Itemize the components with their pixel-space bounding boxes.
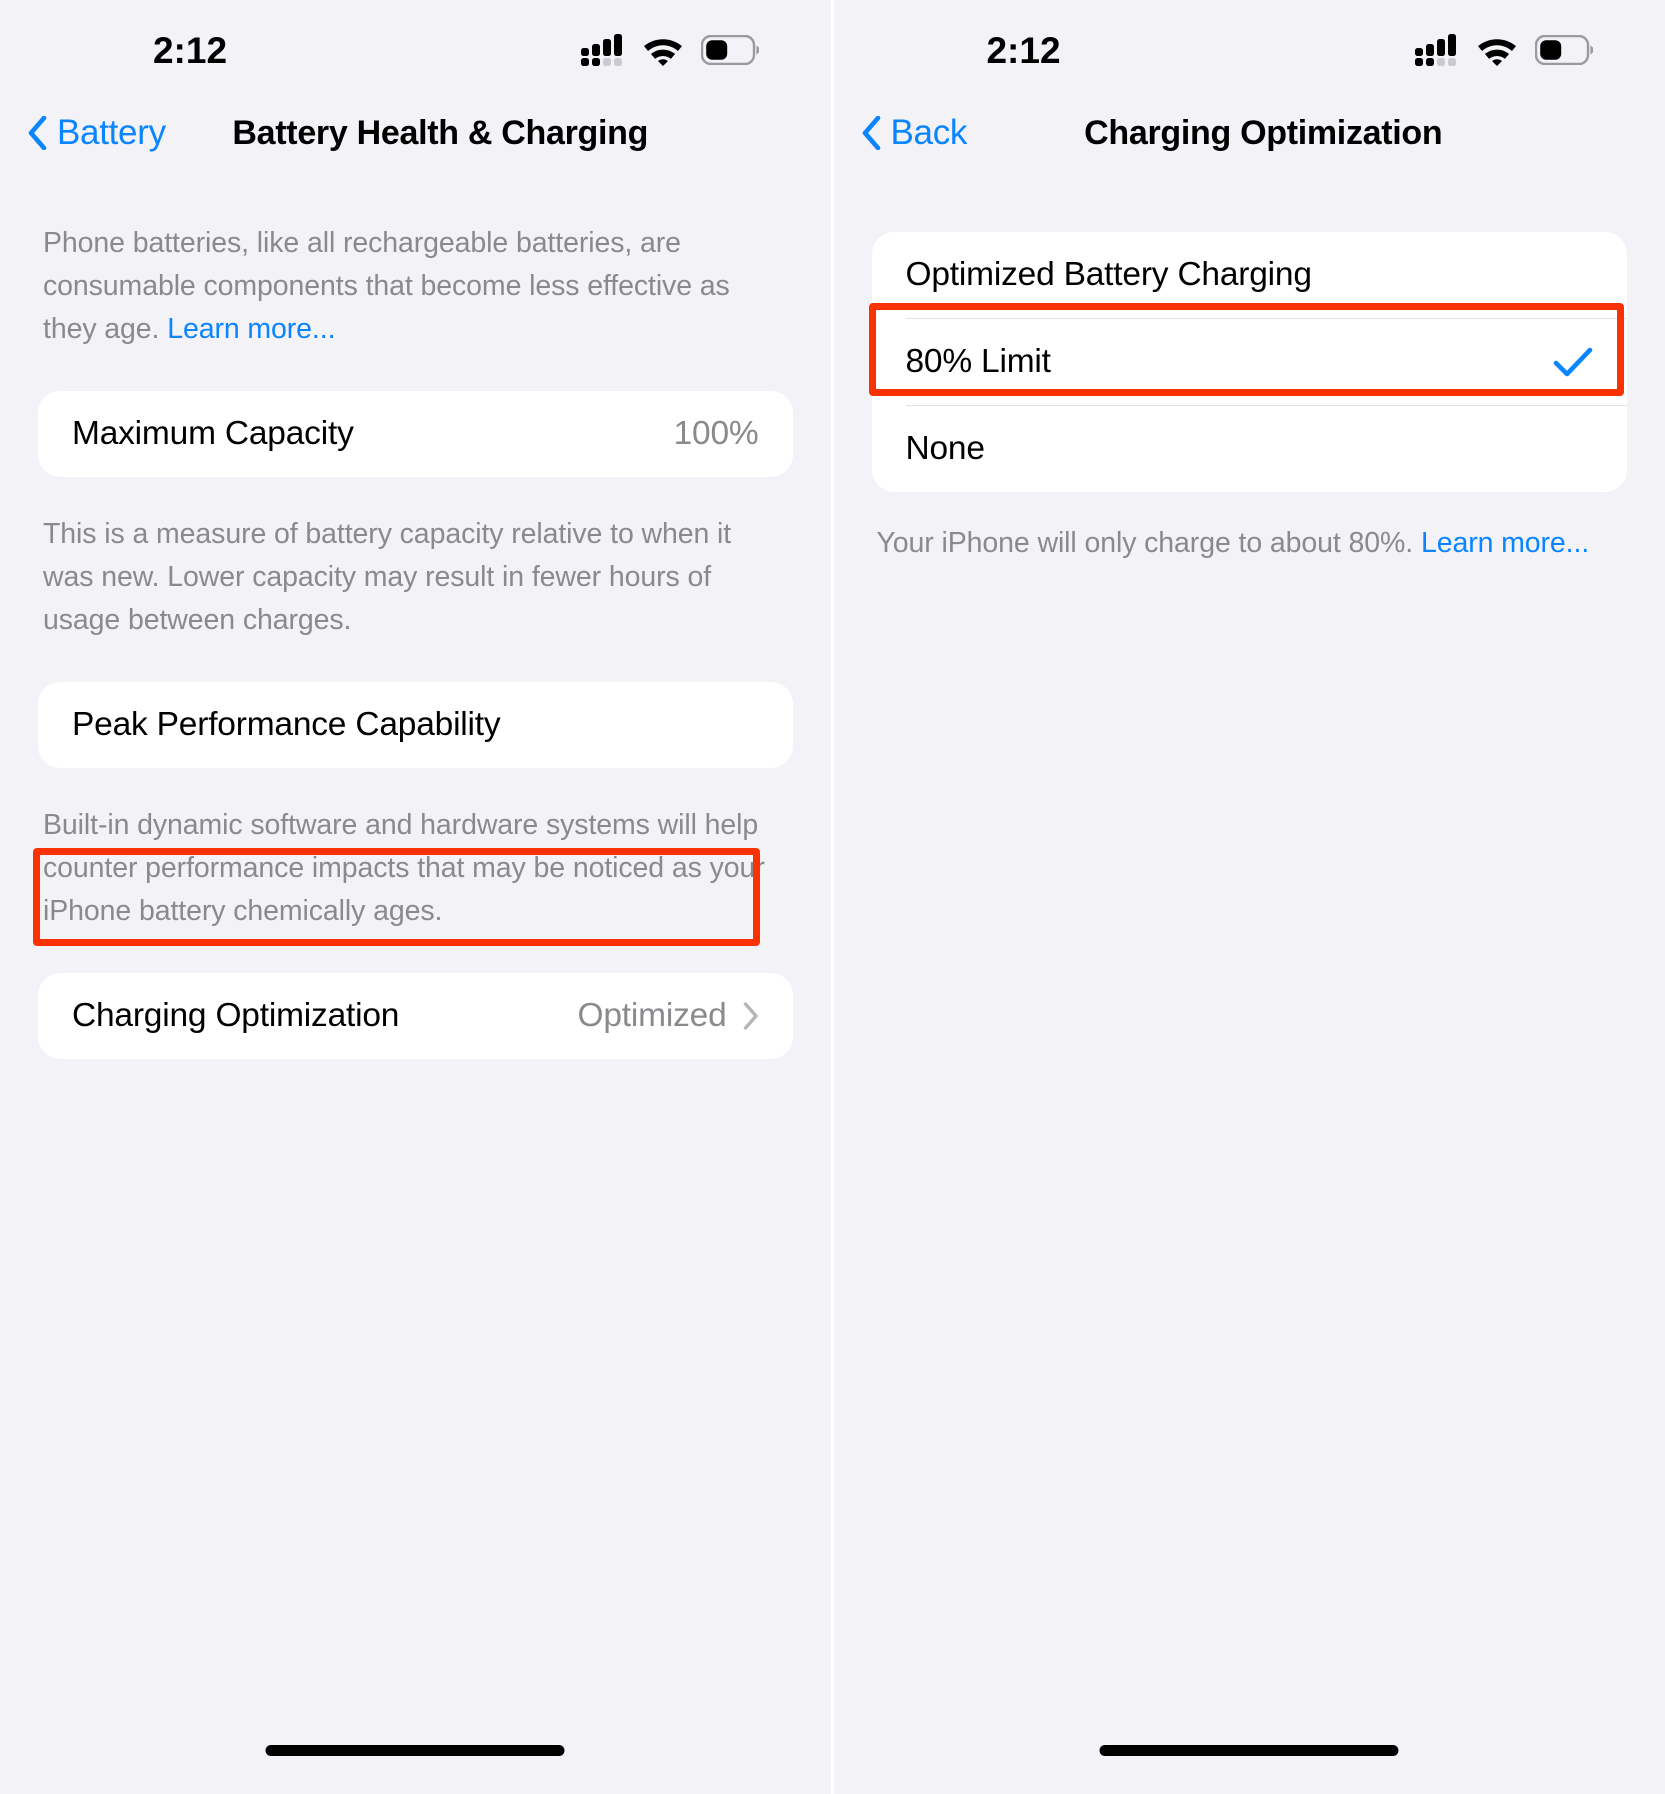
right-phone-screen: 2:12 Back Charging Optimization Optimize…: [833, 0, 1665, 1794]
charging-optimization-card: Charging Optimization Optimized: [38, 973, 793, 1059]
option-label: Optimized Battery Charging: [905, 256, 1312, 293]
row-maximum-capacity[interactable]: Maximum Capacity 100%: [38, 391, 793, 477]
wifi-icon: [1478, 38, 1516, 66]
back-button[interactable]: Back: [861, 113, 968, 153]
right-status-bar: 2:12: [834, 0, 1665, 96]
chevron-left-icon: [862, 116, 880, 150]
charging-optimization-options-card: Optimized Battery Charging 80% Limit Non…: [871, 232, 1628, 492]
left-content: Phone batteries, like all rechargeable b…: [0, 222, 831, 1059]
home-indicator: [265, 1745, 565, 1756]
right-nav-bar: Back Charging Optimization: [834, 96, 1665, 170]
maximum-capacity-card: Maximum Capacity 100%: [38, 391, 793, 477]
peak-performance-footnote: Built-in dynamic software and hardware s…: [43, 809, 765, 927]
status-bar-time: 2:12: [986, 30, 1061, 71]
option-row-80-percent-limit[interactable]: 80% Limit: [872, 319, 1628, 405]
back-button-label: Battery: [57, 113, 166, 152]
chevron-right-icon: [743, 1002, 758, 1030]
charging-optimization-right: Optimized: [578, 997, 759, 1035]
cellular-signal-icon: [580, 34, 622, 66]
charging-optimization-label: Charging Optimization: [72, 997, 400, 1034]
status-bar-indicators: [580, 34, 759, 66]
dual-screenshot-container: 2:12 Battery Battery Health & Charging P…: [0, 0, 1665, 1794]
row-peak-performance-capability[interactable]: Peak Performance Capability: [38, 682, 793, 768]
status-bar-indicators: [1415, 34, 1593, 66]
right-content: Optimized Battery Charging 80% Limit Non…: [834, 232, 1665, 565]
option-label: 80% Limit: [905, 343, 1051, 380]
home-indicator: [1099, 1745, 1399, 1756]
maximum-capacity-label: Maximum Capacity: [72, 415, 354, 452]
checkmark-icon: [1553, 347, 1593, 377]
back-button-battery[interactable]: Battery: [27, 113, 166, 153]
left-nav-bar: Battery Battery Health & Charging: [0, 96, 831, 170]
row-charging-optimization[interactable]: Charging Optimization Optimized: [38, 973, 793, 1059]
maximum-capacity-value: 100%: [673, 415, 759, 452]
left-status-bar: 2:12: [0, 0, 831, 96]
footnote-text: Your iPhone will only charge to about 80…: [876, 527, 1421, 559]
chevron-left-icon: [28, 116, 47, 150]
battery-icon: [1535, 35, 1593, 65]
left-phone-screen: 2:12 Battery Battery Health & Charging P…: [0, 0, 831, 1794]
charging-optimization-footnote: Your iPhone will only charge to about 80…: [872, 522, 1628, 565]
back-button-label: Back: [890, 113, 968, 152]
maximum-capacity-footnote: This is a measure of battery capacity re…: [43, 518, 732, 636]
learn-more-link[interactable]: Learn more...: [167, 313, 335, 345]
peak-performance-card: Peak Performance Capability: [38, 682, 793, 768]
option-row-optimized-battery-charging[interactable]: Optimized Battery Charging: [872, 232, 1628, 318]
battery-intro-footnote: Phone batteries, like all rechargeable b…: [38, 222, 793, 351]
option-label: None: [905, 430, 985, 467]
learn-more-link[interactable]: Learn more...: [1421, 527, 1589, 559]
peak-performance-label: Peak Performance Capability: [72, 706, 501, 743]
cellular-signal-icon: [1415, 34, 1456, 66]
charging-optimization-value: Optimized: [577, 997, 727, 1034]
option-row-none[interactable]: None: [872, 406, 1628, 492]
status-bar-time: 2:12: [152, 30, 228, 71]
battery-intro-text: Phone batteries, like all rechargeable b…: [43, 227, 730, 345]
wifi-icon: [643, 38, 682, 66]
battery-icon: [700, 35, 759, 65]
